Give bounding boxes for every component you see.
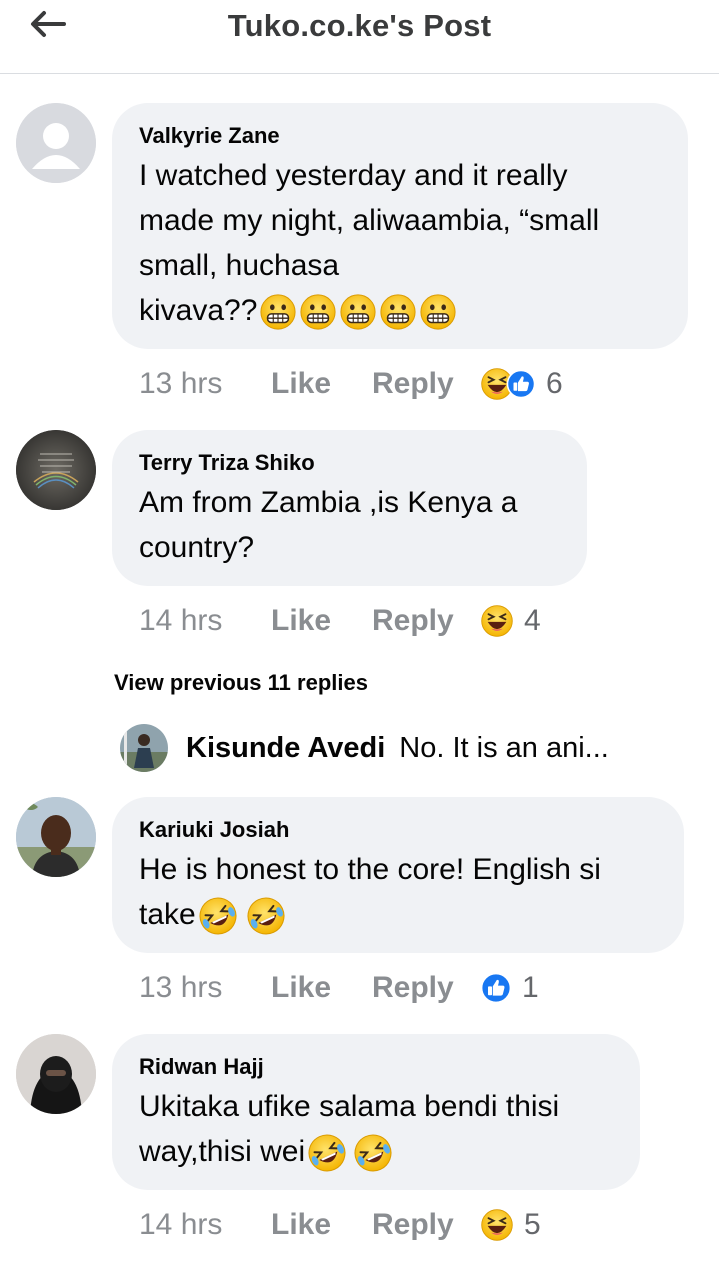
profile-photo-icon [120,724,168,772]
avatar[interactable] [16,1034,96,1114]
comment-text: I watched yesterday and it really made m… [139,153,660,333]
comment-actions: 14 hrs Like Reply 4 [139,601,541,641]
comment-bubble: Kariuki Josiah He is honest to the core!… [112,797,684,953]
comment-text: Am from Zambia ,is Kenya a country? [139,480,559,570]
comment-text: He is honest to the core! English si tak… [139,847,656,937]
reply-author: Kisunde Avedi [186,731,386,764]
comment-time[interactable]: 13 hrs [139,971,271,1005]
rolling-laughing-face-icon [307,1133,347,1173]
like-button[interactable]: Like [271,367,372,401]
comment-line: kivava?? [139,294,258,327]
reaction-summary[interactable]: 5 [480,1208,541,1242]
reply-button[interactable]: Reply [372,971,480,1005]
comment-line: made my night, aliwaambia, “small [139,204,600,237]
reaction-count: 1 [522,971,539,1004]
comment-line: way,thisi wei [139,1135,306,1168]
avatar[interactable] [16,797,96,877]
rolling-laughing-face-icon [246,896,286,936]
reaction-count: 6 [546,367,563,400]
reaction-count: 4 [524,604,541,637]
grimacing-face-icon [419,293,457,331]
comment-bubble: Ridwan Hajj Ukitaka ufike salama bendi t… [112,1034,640,1190]
like-reaction-icon [506,369,536,399]
reaction-summary[interactable]: 1 [480,971,539,1005]
reply-button[interactable]: Reply [372,1208,480,1242]
comment-line: Am from Zambia ,is Kenya a [139,486,518,519]
comment-author[interactable]: Terry Triza Shiko [139,450,559,476]
like-button[interactable]: Like [271,604,372,638]
like-button[interactable]: Like [271,1208,372,1242]
comment-time[interactable]: 13 hrs [139,367,271,401]
grimacing-face-icon [339,293,377,331]
comment-line: small, huchasa [139,249,340,282]
rolling-laughing-face-icon [198,896,238,936]
reaction-count: 5 [524,1208,541,1241]
avatar[interactable] [16,103,96,183]
comment-time[interactable]: 14 hrs [139,1208,271,1242]
reply-preview[interactable]: Kisunde Avedi No. It is an ani... [120,722,609,774]
top-bar: Tuko.co.ke's Post [0,0,719,74]
profile-photo-icon [16,797,96,877]
grimacing-face-icon [259,293,297,331]
haha-reaction-icon [480,1208,514,1242]
reply-button[interactable]: Reply [372,604,480,638]
profile-photo-icon [16,430,96,510]
like-reaction-icon [480,972,512,1004]
haha-reaction-icon [480,604,514,638]
avatar [120,724,168,772]
comment-time[interactable]: 14 hrs [139,604,271,638]
comment-author[interactable]: Kariuki Josiah [139,817,656,843]
page-title: Tuko.co.ke's Post [227,8,492,43]
comment-line: I watched yesterday and it really [139,159,568,192]
comment-line: Ukitaka ufike salama bendi thisi [139,1090,560,1123]
grimacing-face-icon [299,293,337,331]
reaction-summary[interactable]: 4 [480,604,541,638]
comment-author[interactable]: Ridwan Hajj [139,1054,612,1080]
like-button[interactable]: Like [271,971,372,1005]
default-avatar-icon [16,103,96,183]
view-previous-replies-link[interactable]: View previous 11 replies [114,670,368,696]
reply-snippet: No. It is an ani... [399,731,609,764]
comment-actions: 14 hrs Like Reply 5 [139,1205,541,1245]
grimacing-face-icon [379,293,417,331]
rolling-laughing-face-icon [353,1133,393,1173]
comment-line: country? [139,531,255,564]
reaction-summary[interactable]: 6 [480,367,563,401]
comment-actions: 13 hrs Like Reply 1 [139,968,539,1008]
comment-line: He is honest to the core! English si [139,853,601,886]
comment-actions: 13 hrs Like Reply 6 [139,364,563,404]
comment-text: Ukitaka ufike salama bendi thisi way,thi… [139,1084,612,1174]
avatar[interactable] [16,430,96,510]
comment-bubble: Terry Triza Shiko Am from Zambia ,is Ken… [112,430,587,586]
comment-line: take [139,898,196,931]
profile-photo-icon [16,1034,96,1114]
comment-bubble: Valkyrie Zane I watched yesterday and it… [112,103,688,349]
reply-button[interactable]: Reply [372,367,480,401]
comment-author[interactable]: Valkyrie Zane [139,123,660,149]
